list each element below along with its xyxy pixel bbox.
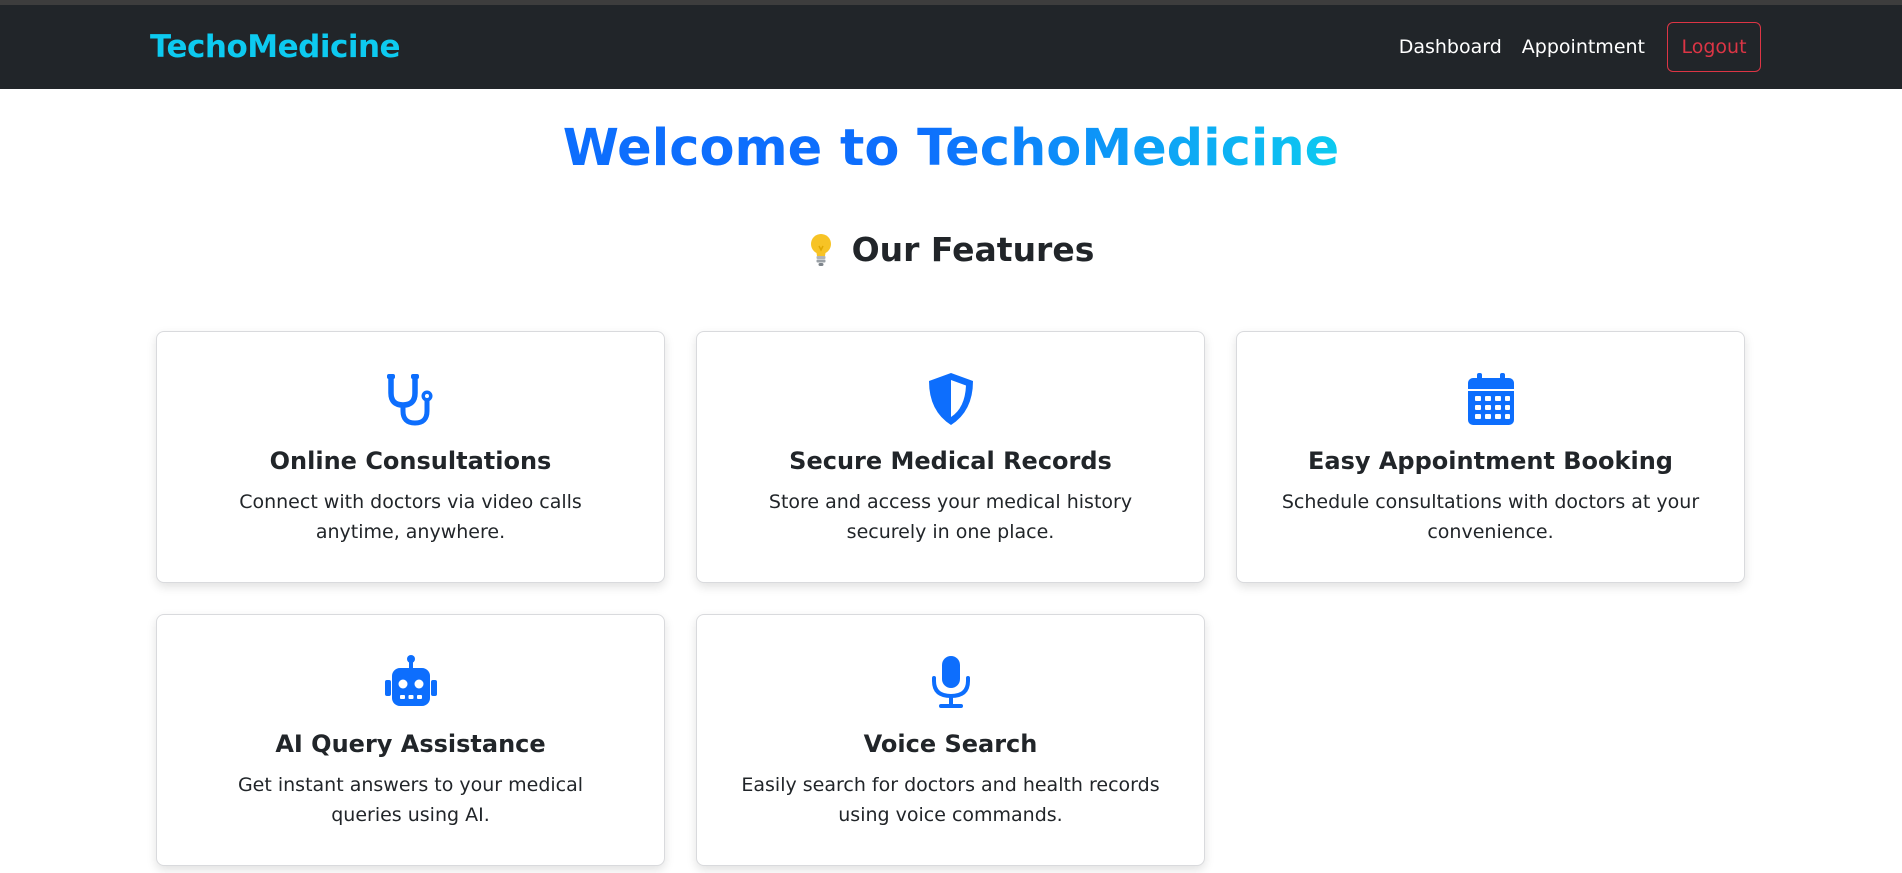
nav-link-appointment[interactable]: Appointment: [1522, 36, 1645, 58]
logout-button[interactable]: Logout: [1667, 22, 1761, 72]
welcome-brand: TechoMedicine: [917, 119, 1340, 178]
nav-links: Dashboard Appointment Logout: [1399, 22, 1761, 72]
feature-description: Get instant answers to your medical quer…: [237, 774, 584, 826]
shield-icon: [928, 373, 973, 425]
feature-description: Schedule consultations with doctors at y…: [1281, 491, 1700, 543]
feature-card-appointment-booking: Easy Appointment Booking Schedule consul…: [1236, 331, 1745, 583]
feature-description: Store and access your medical history se…: [768, 491, 1133, 543]
feature-description: Connect with doctors via video calls any…: [239, 491, 582, 543]
feature-card-voice-search: Voice Search Easily search for doctors a…: [696, 614, 1205, 866]
nav-link-dashboard[interactable]: Dashboard: [1399, 36, 1502, 58]
feature-title: Voice Search: [863, 730, 1038, 758]
feature-card-secure-records: Secure Medical Records Store and access …: [696, 331, 1205, 583]
robot-icon: [384, 655, 437, 706]
page-title: Welcome to TechoMedicine: [0, 123, 1902, 174]
feature-title: Secure Medical Records: [789, 447, 1112, 475]
stethoscope-icon: [386, 374, 432, 426]
brand-logo[interactable]: TechoMedicine: [150, 29, 401, 65]
welcome-text: Welcome to: [562, 119, 918, 178]
navbar: TechoMedicine Dashboard Appointment Logo…: [0, 5, 1902, 89]
lightbulb-icon: [810, 233, 831, 266]
features-title-text: Our Features: [851, 230, 1095, 269]
microphone-icon: [931, 656, 970, 708]
feature-title: Online Consultations: [269, 447, 552, 475]
feature-card-ai-query: AI Query Assistance Get instant answers …: [156, 614, 665, 866]
features-heading: Our Features: [0, 230, 1902, 269]
calendar-icon: [1467, 373, 1514, 425]
feature-title: AI Query Assistance: [275, 730, 546, 758]
feature-description: Easily search for doctors and health rec…: [741, 774, 1160, 826]
feature-title: Easy Appointment Booking: [1307, 447, 1673, 475]
feature-card-online-consultations: Online Consultations Connect with doctor…: [156, 331, 665, 583]
features-grid: Online Consultations Connect with doctor…: [156, 331, 1746, 866]
